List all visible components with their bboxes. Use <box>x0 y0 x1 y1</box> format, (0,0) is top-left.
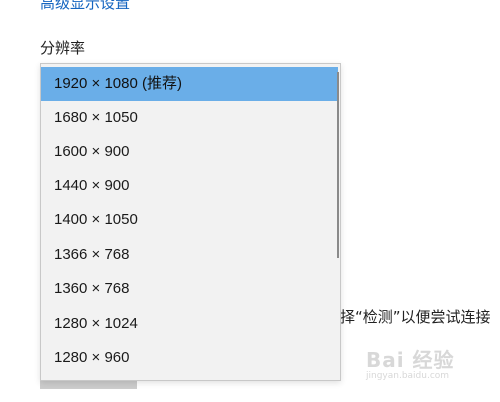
resolution-option[interactable]: 1600 × 900 <box>41 135 338 169</box>
resolution-option[interactable]: 1366 × 768 <box>41 238 338 272</box>
resolution-label: 分辨率 <box>40 39 86 57</box>
scrollbar-thumb[interactable] <box>337 72 339 258</box>
baidu-jingyan-watermark: Bai 经验 jingyan.baidu.com <box>366 344 455 381</box>
watermark-url: jingyan.baidu.com <box>366 371 450 381</box>
resolution-option[interactable]: 1680 × 1050 <box>41 101 338 135</box>
resolution-option[interactable]: 1400 × 1050 <box>41 203 338 237</box>
resolution-option[interactable]: 1440 × 900 <box>41 169 338 203</box>
resolution-option[interactable]: 1920 × 1080 (推荐) <box>41 67 338 101</box>
apply-button-edge[interactable] <box>40 380 137 389</box>
resolution-option[interactable]: 1280 × 1024 <box>41 307 338 341</box>
advanced-display-settings-link[interactable]: 高级显示设置 <box>40 0 130 13</box>
watermark-logo-text: Bai 经验 <box>366 348 455 372</box>
resolution-option[interactable]: 1360 × 768 <box>41 272 338 306</box>
resolution-dropdown-list[interactable]: 1920 × 1080 (推荐) 1680 × 1050 1600 × 900 … <box>40 63 341 381</box>
dropdown-scrollbar[interactable] <box>335 64 339 380</box>
detect-hint-text: 择“检测”以便尝试连接 <box>340 308 491 326</box>
resolution-option[interactable]: 1280 × 960 <box>41 341 338 375</box>
